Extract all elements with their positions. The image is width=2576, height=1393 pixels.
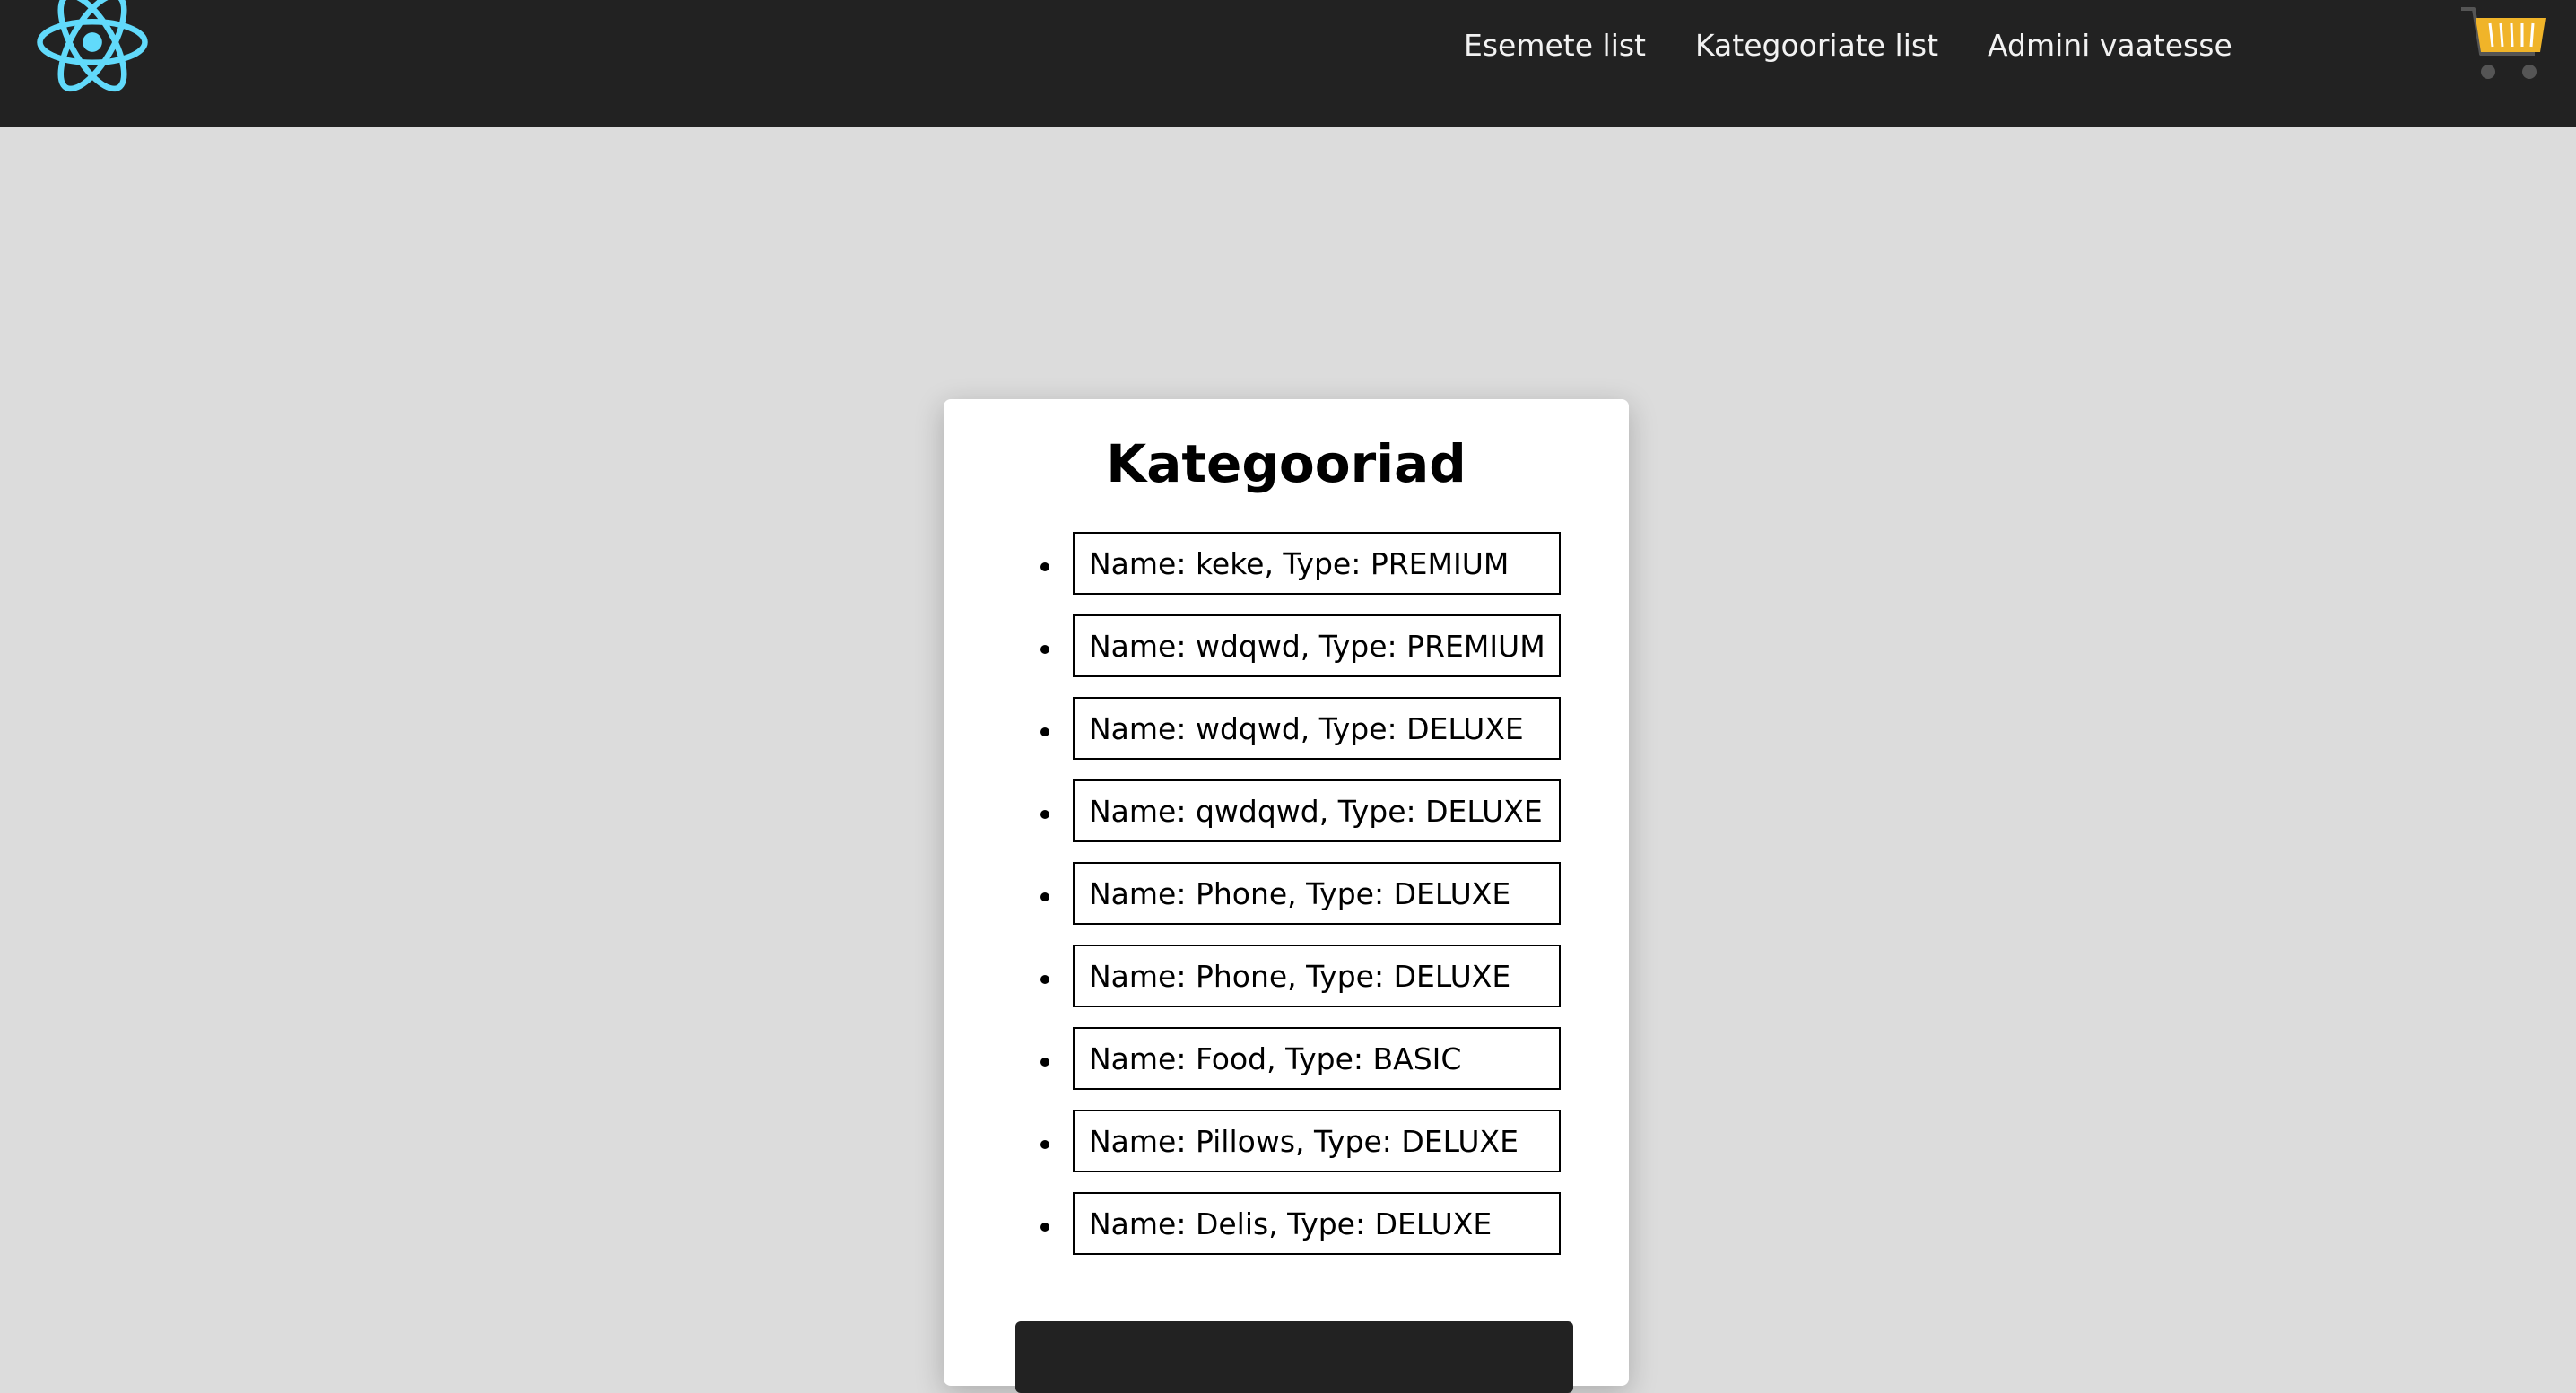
bullet-icon [1040,562,1049,571]
list-item: Name: Delis, Type: DELUXE [944,1192,1629,1258]
list-item: Name: keke, Type: PREMIUM [944,532,1629,598]
list-item: Name: wdqwd, Type: DELUXE [944,697,1629,763]
page-title: Kategooriad [1106,433,1466,494]
nav-links: Esemete list Kategooriate list Admini va… [1464,0,2232,90]
category-entry[interactable]: Name: Pillows, Type: DELUXE [1073,1110,1561,1172]
list-item: Name: qwdqwd, Type: DELUXE [944,779,1629,846]
category-entry[interactable]: Name: keke, Type: PREMIUM [1073,532,1561,595]
card-action-button[interactable] [1015,1321,1573,1393]
list-item: Name: wdqwd, Type: PREMIUM [944,614,1629,681]
category-entry[interactable]: Name: wdqwd, Type: DELUXE [1073,697,1561,760]
list-item: Name: Phone, Type: DELUXE [944,945,1629,1011]
nav-link-admini-vaatesse[interactable]: Admini vaatesse [1988,28,2232,63]
category-list: Name: keke, Type: PREMIUM Name: wdqwd, T… [944,532,1629,1275]
bullet-icon [1040,975,1049,984]
category-entry[interactable]: Name: Food, Type: BASIC [1073,1027,1561,1090]
bullet-icon [1040,1223,1049,1232]
react-logo-icon[interactable] [34,0,151,95]
list-item: Name: Food, Type: BASIC [944,1027,1629,1093]
category-entry[interactable]: Name: qwdqwd, Type: DELUXE [1073,779,1561,842]
category-entry[interactable]: Name: Phone, Type: DELUXE [1073,945,1561,1007]
bullet-icon [1040,892,1049,901]
categories-card: Kategooriad Name: keke, Type: PREMIUM Na… [944,399,1629,1393]
bullet-icon [1040,1058,1049,1067]
list-item: Name: Pillows, Type: DELUXE [944,1110,1629,1176]
bullet-icon [1040,727,1049,736]
list-item: Name: Phone, Type: DELUXE [944,862,1629,928]
shopping-cart-icon[interactable] [2459,0,2549,86]
nav-link-kategooriate-list[interactable]: Kategooriate list [1695,28,1938,63]
top-navbar: Esemete list Kategooriate list Admini va… [0,0,2576,127]
bullet-icon [1040,1140,1049,1149]
nav-link-esemete-list[interactable]: Esemete list [1464,28,1646,63]
category-entry[interactable]: Name: Phone, Type: DELUXE [1073,862,1561,925]
category-entry[interactable]: Name: Delis, Type: DELUXE [1073,1192,1561,1255]
bullet-icon [1040,810,1049,819]
category-entry[interactable]: Name: wdqwd, Type: PREMIUM [1073,614,1561,677]
bullet-icon [1040,645,1049,654]
